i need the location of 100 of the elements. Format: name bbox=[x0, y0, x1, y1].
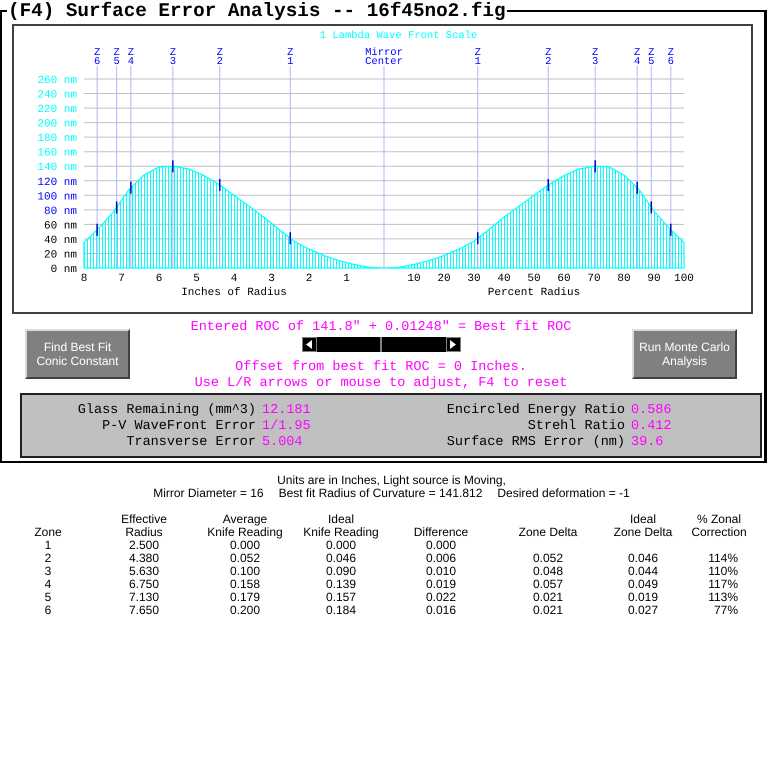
y-tick-label: 0 nm bbox=[50, 264, 77, 276]
table-cell-text: 77% bbox=[712, 604, 739, 617]
table-cell-text: 117% bbox=[707, 578, 739, 591]
column-header: Zone Delta bbox=[518, 526, 578, 539]
left-arrow-icon bbox=[306, 340, 312, 349]
roc-text: Entered ROC of 141.8" + 0.01248" = Best fit ROC bbox=[190, 320, 572, 336]
x-tick-label: 70 bbox=[587, 273, 601, 285]
table-cell-text: 0.000 bbox=[228, 539, 260, 552]
table-cell-text: 2 bbox=[44, 552, 52, 565]
stat-label: Glass Remaining (mm^3) bbox=[76, 403, 256, 419]
table-cell-text: 0.021 bbox=[532, 591, 564, 604]
table-cell-text: 0.139 bbox=[324, 578, 358, 591]
table-cell-text: 0.010 bbox=[424, 565, 458, 578]
table-cell-text: 4 bbox=[44, 578, 52, 591]
table-cell-text: 0.000 bbox=[424, 539, 458, 552]
stat-label: Transverse Error bbox=[125, 435, 256, 451]
zone-label: Z 1 bbox=[287, 47, 294, 68]
stat-label: P-V WaveFront Error bbox=[101, 419, 256, 435]
table-cell-text: 0.200 bbox=[228, 604, 262, 617]
column-header: Ideal Knife Reading bbox=[303, 513, 379, 539]
offset-text: Offset from best fit ROC = 0 Inches. bbox=[235, 360, 527, 376]
zone-tick-mark bbox=[116, 201, 118, 214]
table-cell-text: 3 bbox=[44, 565, 52, 578]
monte-carlo-button[interactable]: Run Monte Carlo Analysis bbox=[632, 329, 737, 379]
stat-label: Encircled Energy Ratio bbox=[446, 403, 625, 419]
table-cell-text: 0.019 bbox=[626, 591, 660, 604]
table-cell-text: 0.016 bbox=[424, 604, 458, 617]
scroll-left-button[interactable] bbox=[302, 337, 316, 352]
x-tick-label: 50 bbox=[527, 273, 541, 285]
y-tick-label: 220 nm bbox=[37, 104, 77, 116]
column-header: Effective Radius bbox=[121, 513, 167, 539]
table-cell-text: 6 bbox=[44, 604, 52, 617]
mirror-center-label: Mirror Center bbox=[365, 47, 403, 68]
stat-value: 0.412 bbox=[631, 419, 673, 435]
table-cell-text: 0.048 bbox=[532, 565, 564, 578]
stat-label: Strehl Ratio bbox=[526, 419, 625, 435]
zone-tick-mark bbox=[96, 224, 98, 236]
stat-value: 39.6 bbox=[631, 435, 664, 451]
zone-label: Z 3 bbox=[592, 47, 598, 68]
zone-tick-mark bbox=[650, 201, 652, 214]
table-cell-text: 0.006 bbox=[424, 552, 458, 565]
table-cell-text: 0.022 bbox=[424, 591, 458, 604]
y-tick-label: 120 nm bbox=[37, 176, 77, 189]
zone-tick-mark bbox=[219, 178, 220, 191]
table-cell-text: 2.500 bbox=[128, 539, 160, 552]
x-tick-label: 10 bbox=[407, 273, 421, 285]
zone-tick-mark bbox=[290, 232, 291, 244]
zone-label: Z 1 bbox=[474, 47, 481, 68]
column-header: % Zonal Correction bbox=[691, 513, 747, 539]
zone-tick-mark bbox=[477, 232, 478, 244]
table-cell-text: 0.046 bbox=[626, 552, 660, 565]
scroll-right-button[interactable] bbox=[446, 337, 460, 352]
y-tick-label: 240 nm bbox=[37, 90, 77, 102]
table-cell-text: 110% bbox=[707, 565, 739, 578]
right-arrow-icon bbox=[450, 340, 456, 349]
zone-label: Z 4 bbox=[128, 47, 134, 68]
zone-label: Z 5 bbox=[648, 47, 654, 68]
find-best-fit-button[interactable]: Find Best Fit Conic Constant bbox=[25, 329, 130, 379]
x-tick-label: 30 bbox=[467, 273, 481, 285]
x-tick-label: 8 bbox=[80, 273, 88, 285]
y-tick-label: 20 nm bbox=[44, 249, 77, 262]
zone-label: Z 2 bbox=[216, 47, 223, 68]
table-cell-text: 0.052 bbox=[532, 552, 564, 565]
table-cell-text: 0.019 bbox=[424, 578, 458, 591]
chart-title: 1 Lambda Wave Front Scale bbox=[318, 29, 478, 44]
y-tick-label: 200 nm bbox=[37, 118, 77, 131]
roc-scrollbar[interactable] bbox=[302, 337, 460, 352]
table-cell-text: 4.380 bbox=[128, 552, 160, 565]
summary-text: Units are in Inches, Light source is Moving, bbox=[276, 474, 507, 487]
zone-tick-mark bbox=[636, 182, 638, 194]
summary-text: Desired deformation = -1 bbox=[497, 487, 630, 500]
table-cell-text: 1 bbox=[44, 539, 52, 552]
summary-text: Mirror Diameter = 16 bbox=[153, 487, 264, 500]
x-tick-label: 40 bbox=[497, 273, 511, 285]
table-cell-text: 0.052 bbox=[228, 552, 262, 565]
table-cell-text: 7.130 bbox=[128, 591, 160, 604]
table-cell-text: 0.000 bbox=[324, 539, 356, 552]
axis-title: Percent Radius bbox=[488, 287, 580, 299]
table-cell-text: 5.630 bbox=[128, 565, 160, 578]
x-tick-label: 4 bbox=[230, 273, 238, 285]
axis-title: Inches of Radius bbox=[181, 287, 287, 299]
x-tick-label: 2 bbox=[306, 273, 312, 285]
zone-label: Z 6 bbox=[94, 47, 100, 68]
x-tick-label: 90 bbox=[647, 273, 661, 285]
stat-value: 1/1.95 bbox=[262, 419, 312, 435]
y-tick-label: 180 nm bbox=[37, 133, 77, 146]
x-tick-label: 100 bbox=[674, 273, 694, 285]
column-header: Average Knife Reading bbox=[207, 513, 283, 539]
hint-text: Use L/R arrows or mouse to adjust, F4 to reset bbox=[194, 376, 568, 392]
y-tick-label: 40 nm bbox=[44, 234, 77, 247]
stat-value: 0.586 bbox=[631, 403, 673, 419]
scroll-thumb[interactable] bbox=[380, 337, 382, 352]
column-header: Zone bbox=[34, 526, 62, 539]
stat-value: 5.004 bbox=[262, 435, 304, 451]
table-cell-text: 0.049 bbox=[626, 578, 660, 591]
table-cell-text: 6.750 bbox=[128, 578, 160, 591]
zone-label: Z 2 bbox=[545, 47, 552, 68]
table-cell-text: 113% bbox=[707, 591, 739, 604]
table-cell-text: 0.021 bbox=[532, 604, 564, 617]
table-cell-text: 0.090 bbox=[324, 565, 358, 578]
